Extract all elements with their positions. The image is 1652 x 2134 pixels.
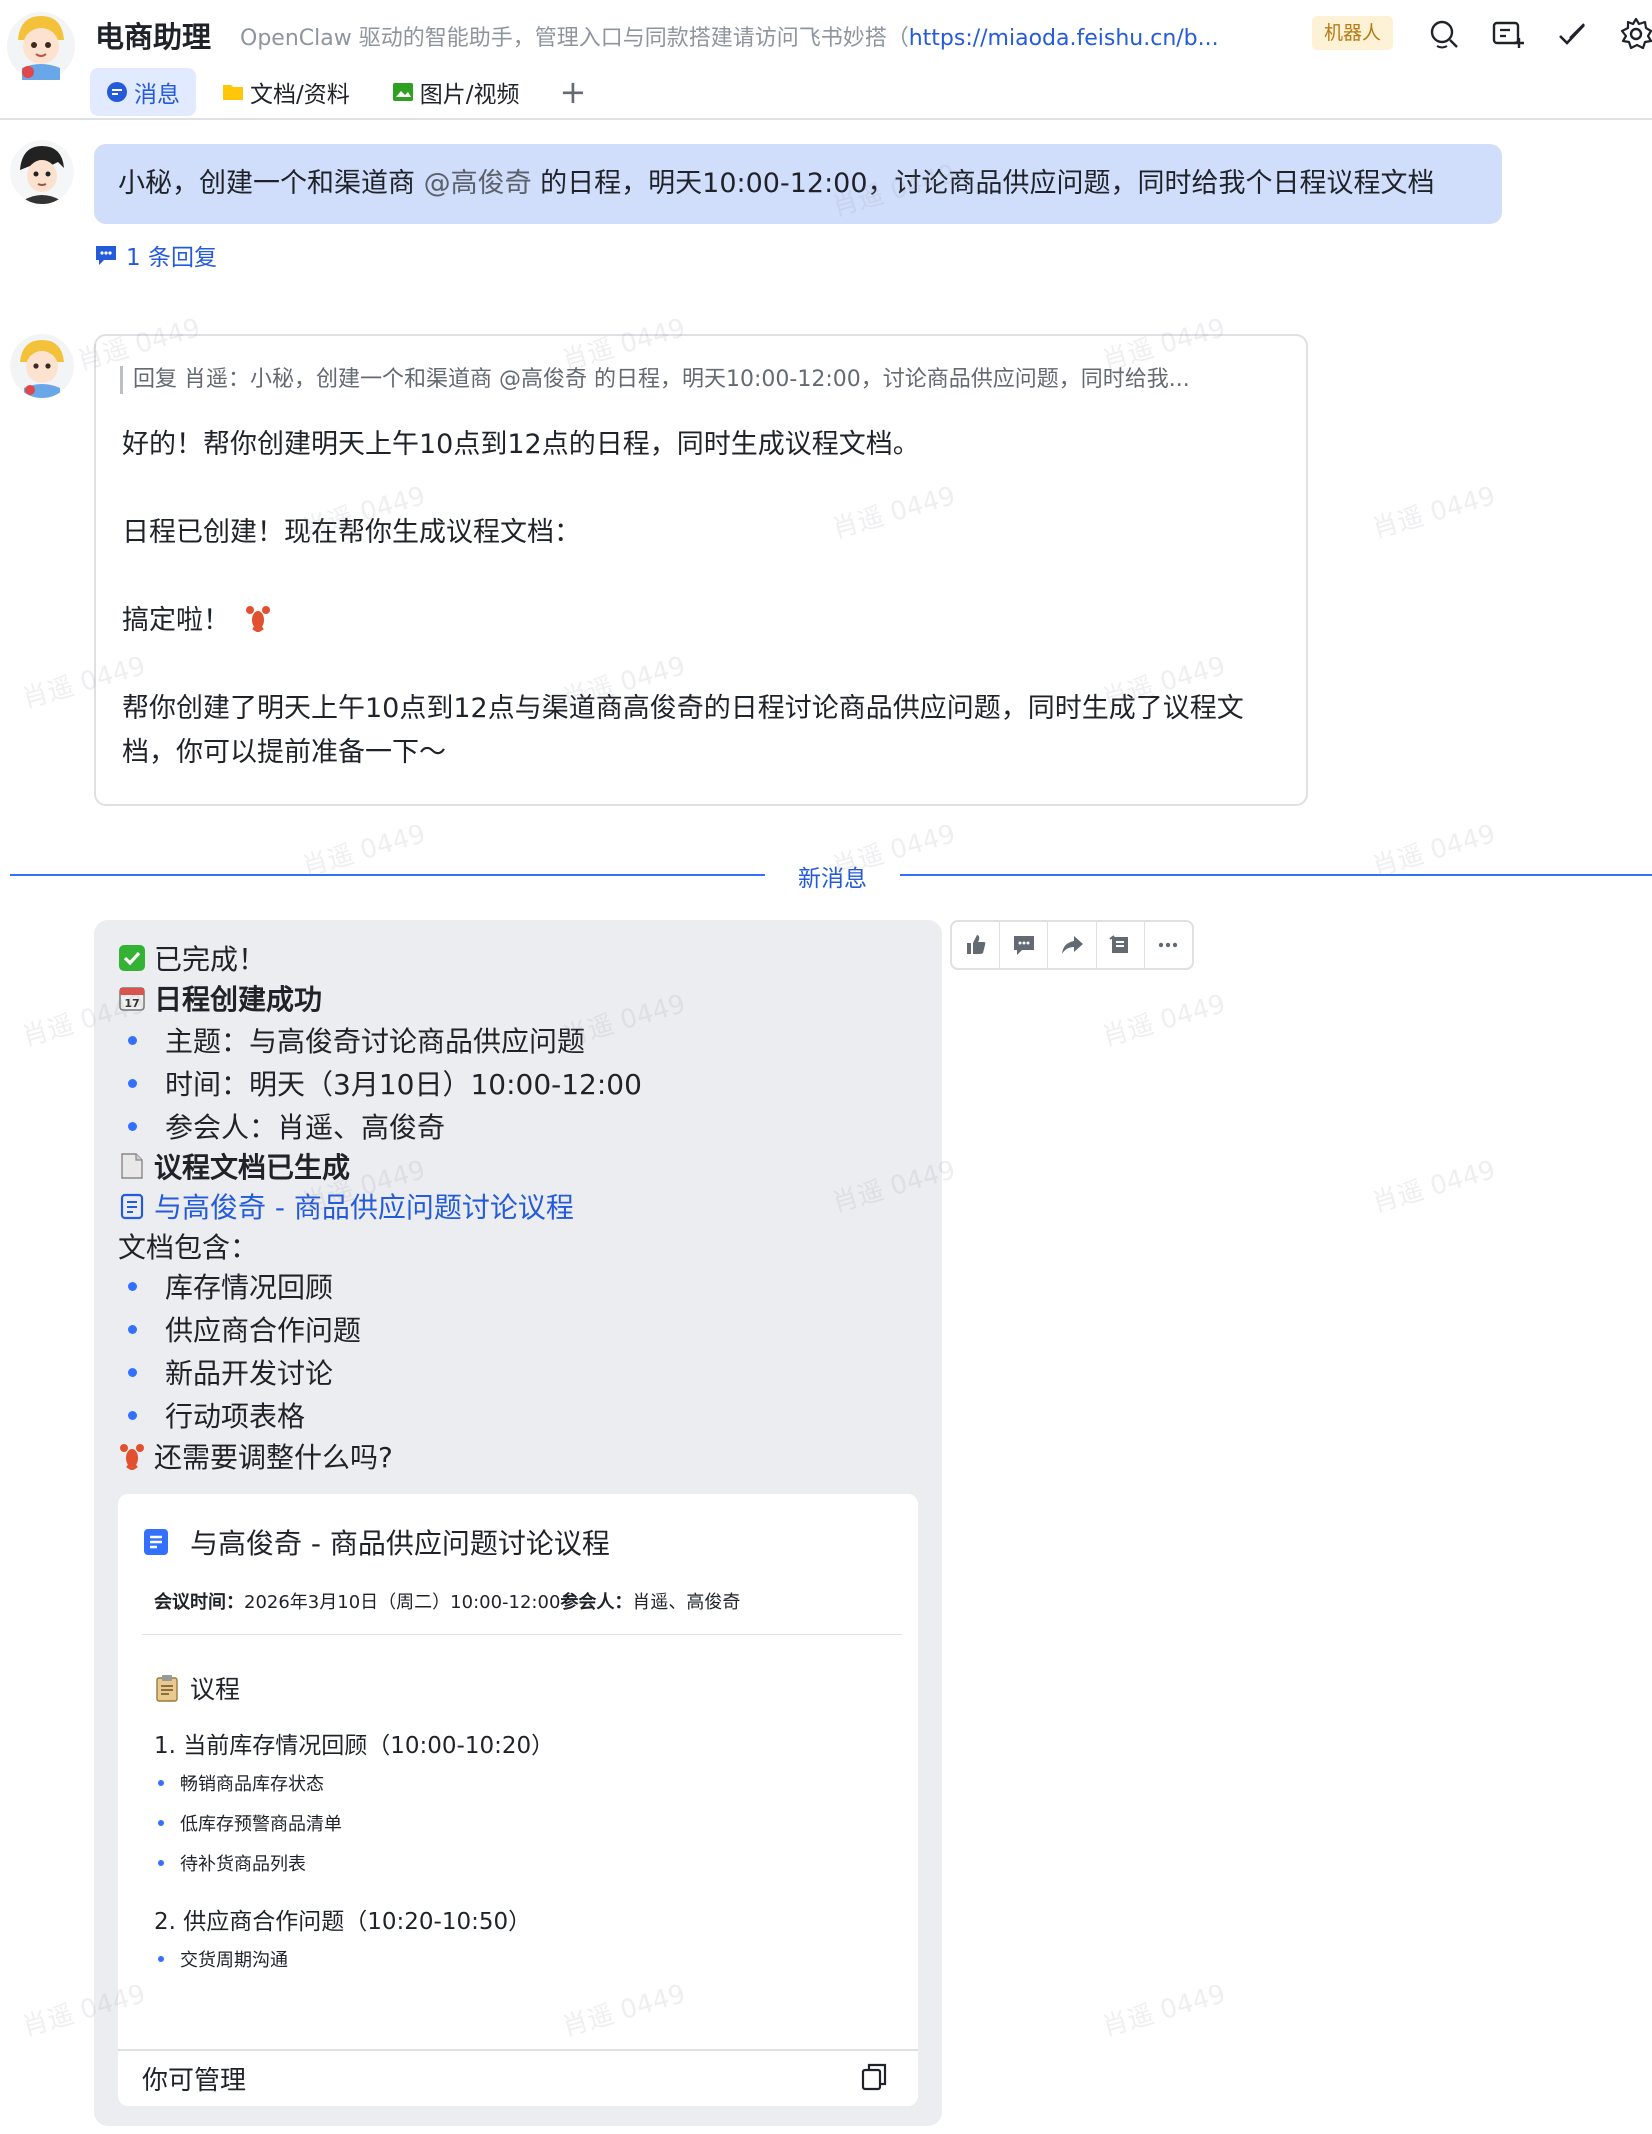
description-link[interactable]: https://miaoda.feishu.cn/b... <box>909 26 1219 51</box>
comment-icon <box>96 246 116 265</box>
doc-card-title[interactable]: 与高俊奇 - 商品供应问题讨论议程 <box>142 1522 610 1562</box>
check-icon <box>119 945 145 971</box>
svg-text:17: 17 <box>124 997 139 1010</box>
thread-reply-link[interactable]: 1 条回复 <box>94 238 217 272</box>
folder-icon <box>223 85 243 100</box>
calendar-icon: 17 <box>119 987 145 1011</box>
doc-file-icon <box>120 1193 144 1220</box>
agenda-section: 2. 供应商合作问题（10:20-10:50） <box>154 1909 532 1935</box>
pin-message-icon <box>1109 935 1129 953</box>
image-icon <box>392 83 413 101</box>
doc-item: 库存情况回顾 <box>128 1266 333 1306</box>
mention-link[interactable]: @高俊奇 <box>424 168 532 199</box>
reply-button[interactable] <box>1000 922 1047 968</box>
tab-docs[interactable]: 文档/资料 <box>206 68 366 116</box>
add-tab-button[interactable]: + <box>546 68 601 116</box>
bot-final-message[interactable]: 已完成！ 17 日程创建成功 主题：与高俊奇讨论商品供应问题 时间：明天（3月1… <box>94 920 942 2126</box>
reply-text: 档，你可以提前准备一下～ <box>122 737 446 768</box>
user-avatar[interactable] <box>10 140 74 204</box>
agenda-heading: 议程 <box>154 1670 240 1706</box>
schedule-item: 时间：明天（3月10日）10:00-12:00 <box>128 1063 642 1103</box>
doc-item: 新品开发讨论 <box>128 1352 333 1392</box>
reply-quote[interactable]: 回复 肖遥：小秘，创建一个和渠道商 @高俊奇 的日程，明天10:00-12:00… <box>120 366 1290 394</box>
schedule-title: 17 日程创建成功 <box>118 978 322 1018</box>
lobster-icon <box>246 605 270 632</box>
tab-media[interactable]: 图片/视频 <box>376 68 536 116</box>
reply-text: 好的！帮你创建明天上午10点到12点的日程，同时生成议程文档。 <box>122 429 920 460</box>
doc-footer-separator <box>118 2049 918 2051</box>
tab-messages[interactable]: 消息 <box>90 68 196 116</box>
bot-avatar[interactable] <box>10 334 74 398</box>
message-action-bar <box>950 920 1194 970</box>
doc-item: 行动项表格 <box>128 1395 305 1435</box>
lobster-icon <box>120 1444 144 1470</box>
forward-button[interactable] <box>1048 922 1095 968</box>
clipboard-icon <box>156 1675 178 1702</box>
comment-icon <box>1013 936 1034 955</box>
watermark: 肖遥 0449 <box>1099 1979 1229 2043</box>
reply-text: 搞定啦！ <box>122 598 272 637</box>
doc-meta: 会议时间：2026年3月10日（周二）10:00-12:00参会人：肖遥、高俊奇 <box>154 1592 741 1613</box>
document-icon <box>121 1153 143 1179</box>
agenda-item: 交货周期沟通 <box>158 1946 288 1972</box>
forward-icon <box>1062 936 1084 954</box>
more-icon <box>1159 942 1178 948</box>
doc-generated-title: 议程文档已生成 <box>118 1146 350 1186</box>
agenda-item: 低库存预警商品清单 <box>158 1810 342 1836</box>
followup-line: 还需要调整什么吗? <box>118 1436 393 1476</box>
doc-includes-label: 文档包含： <box>118 1231 259 1264</box>
settings-icon[interactable] <box>1618 16 1652 52</box>
bot-avatar[interactable] <box>6 10 76 82</box>
watermark: 肖遥 0449 <box>1369 1155 1499 1219</box>
todo-icon[interactable] <box>1554 16 1590 52</box>
schedule-item: 参会人：肖遥、高俊奇 <box>128 1106 445 1146</box>
chat-title: 电商助理 <box>95 20 212 54</box>
reply-text: 日程已创建！现在帮你生成议程文档： <box>122 517 581 548</box>
done-line: 已完成！ <box>118 938 266 978</box>
doc-item: 供应商合作问题 <box>128 1309 361 1349</box>
copy-icon[interactable] <box>860 2062 888 2092</box>
new-message-divider-label: 新消息 <box>798 866 867 892</box>
chat-header: 电商助理 OpenClaw 驱动的智能助手，管理入口与同款搭建请访问飞书妙搭（h… <box>0 0 1652 120</box>
thumbs-up-icon <box>966 935 985 954</box>
doc-link[interactable]: 与高俊奇 - 商品供应问题讨论议程 <box>118 1186 574 1226</box>
pin-button[interactable] <box>1097 922 1144 968</box>
new-message-divider-right <box>900 874 1652 876</box>
chat-icon <box>107 82 127 102</box>
doc-preview-card[interactable]: 与高俊奇 - 商品供应问题讨论议程 会议时间：2026年3月10日（周二）10:… <box>118 1494 918 2106</box>
agenda-item: 待补货商品列表 <box>158 1850 306 1876</box>
schedule-item: 主题：与高俊奇讨论商品供应问题 <box>128 1020 585 1060</box>
reply-text: 帮你创建了明天上午10点到12点与渠道商高俊奇的日程讨论商品供应问题，同时生成了… <box>122 693 1244 724</box>
doc-permission-label: 你可管理 <box>142 2066 247 2096</box>
search-icon[interactable] <box>1426 16 1462 52</box>
doc-separator <box>142 1634 902 1635</box>
new-message-divider-left <box>10 874 765 876</box>
agenda-item: 畅销商品库存状态 <box>158 1770 324 1796</box>
chat-description: OpenClaw 驱动的智能助手，管理入口与同款搭建请访问飞书妙搭（https:… <box>240 26 1219 51</box>
doc-fade-overlay <box>118 1999 918 2047</box>
user-message-bubble[interactable]: 小秘，创建一个和渠道商 @高俊奇 的日程，明天10:00-12:00，讨论商品供… <box>94 144 1502 224</box>
more-button[interactable] <box>1145 922 1192 968</box>
bot-badge: 机器人 <box>1312 16 1394 50</box>
bot-reply-card[interactable]: 回复 肖遥：小秘，创建一个和渠道商 @高俊奇 的日程，明天10:00-12:00… <box>94 334 1308 806</box>
add-chat-icon[interactable] <box>1490 16 1526 52</box>
like-button[interactable] <box>952 922 999 968</box>
chat-tabs: 消息 文档/资料 图片/视频 + <box>90 68 600 116</box>
doc-file-icon <box>144 1529 168 1555</box>
watermark: 肖遥 0449 <box>1369 481 1499 545</box>
watermark: 肖遥 0449 <box>1099 989 1229 1053</box>
agenda-section: 1. 当前库存情况回顾（10:00-10:20） <box>154 1733 555 1759</box>
